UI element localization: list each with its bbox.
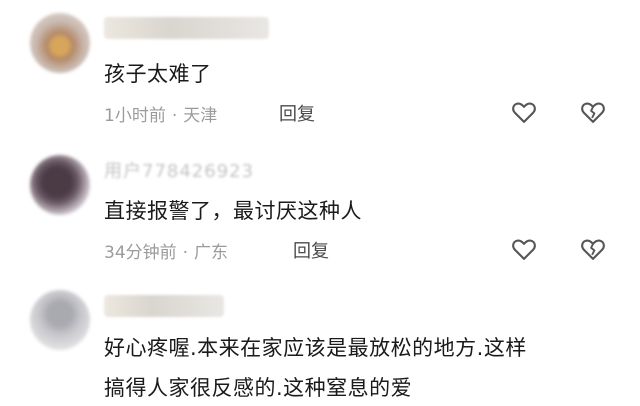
comment-text: 直接报警了，最讨厌这种人 xyxy=(104,199,362,223)
comment-location: 广东 xyxy=(194,243,229,263)
heart-outline-icon[interactable] xyxy=(510,235,538,263)
avatar[interactable] xyxy=(30,290,90,350)
reply-button[interactable]: 回复 xyxy=(279,100,315,126)
comment-meta: 34分钟前 · 广东 xyxy=(104,238,228,263)
meta-separator: · xyxy=(171,106,178,126)
blurred-username[interactable]: 用户778426923 xyxy=(104,157,254,183)
avatar[interactable] xyxy=(30,13,90,73)
broken-heart-icon[interactable] xyxy=(579,235,607,263)
broken-heart-icon[interactable] xyxy=(579,98,607,126)
comment-location: 天津 xyxy=(183,106,218,126)
avatar[interactable] xyxy=(30,155,90,215)
reply-button[interactable]: 回复 xyxy=(293,237,329,263)
heart-outline-icon[interactable] xyxy=(510,98,538,126)
comment-time: 1小时前 xyxy=(104,106,166,126)
blurred-username[interactable] xyxy=(104,17,269,39)
blurred-username[interactable] xyxy=(104,295,224,317)
comment-text-line: 好心疼喔.本来在家应该是最放松的地方.这样 xyxy=(104,336,527,360)
comment-time: 34分钟前 xyxy=(104,243,177,263)
comment-text-line: 搞得人家很反感的.这种窒息的爱 xyxy=(104,376,413,400)
comment-text: 孩子太难了 xyxy=(104,62,212,86)
meta-separator: · xyxy=(182,243,189,263)
comment-meta: 1小时前 · 天津 xyxy=(104,101,217,126)
